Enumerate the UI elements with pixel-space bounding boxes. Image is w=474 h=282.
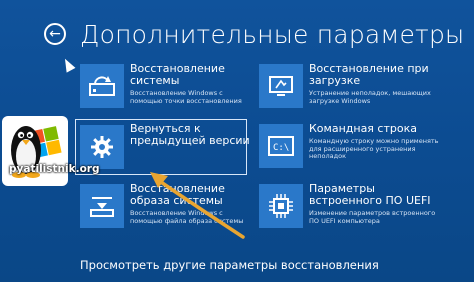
tile-title-line: образа системы xyxy=(130,194,223,207)
tile-title-line: предыдущей версии xyxy=(130,134,250,147)
startup-repair-icon xyxy=(259,64,303,108)
tile-desc-line: загрузке Windows xyxy=(309,96,371,105)
tile-title-line: системы xyxy=(130,74,180,87)
back-arrow-icon: ← xyxy=(49,26,61,42)
tile-go-back-previous-version[interactable]: Вернуться к предыдущей версии xyxy=(75,119,250,175)
tile-uefi-firmware-settings[interactable]: Параметры встроенного ПО UEFI Изменение … xyxy=(259,183,435,236)
uefi-chip-icon xyxy=(259,184,303,228)
tile-desc-line: неполадок xyxy=(309,152,347,160)
tile-command-prompt[interactable]: C:\ Командная строка Командную строку мо… xyxy=(259,122,438,176)
header: ← Дополнительные параметры xyxy=(44,14,464,54)
tile-title-line: встроенного ПО UEFI xyxy=(309,194,431,207)
system-image-icon xyxy=(80,184,124,228)
tile-title-line: загрузке xyxy=(309,74,361,87)
page-title: Дополнительные параметры xyxy=(80,19,465,49)
command-prompt-icon: C:\ xyxy=(259,124,303,168)
tile-desc-line: помощью файла образа системы xyxy=(130,216,244,225)
pyatilistnik-logo xyxy=(2,116,68,186)
more-recovery-options-link[interactable]: Просмотреть другие параметры восстановле… xyxy=(80,258,379,272)
watermark-site: pyatilistnik.org xyxy=(9,163,100,175)
tile-system-restore[interactable]: Восстановление системы Восстановление Wi… xyxy=(80,63,254,116)
restore-icon xyxy=(80,64,124,108)
svg-text:C:\: C:\ xyxy=(273,143,289,153)
back-button[interactable]: ← xyxy=(44,23,66,45)
tile-system-image-recovery[interactable]: Восстановление образа системы Восстановл… xyxy=(80,183,254,236)
tile-startup-repair[interactable]: Восстановление при загрузке Устранение н… xyxy=(259,63,433,116)
tile-desc-line: помощью точки восстановления xyxy=(130,96,242,105)
tile-title-line: Командная строка xyxy=(309,122,417,135)
tile-desc-line: ПО UEFI компьютера xyxy=(309,216,380,225)
